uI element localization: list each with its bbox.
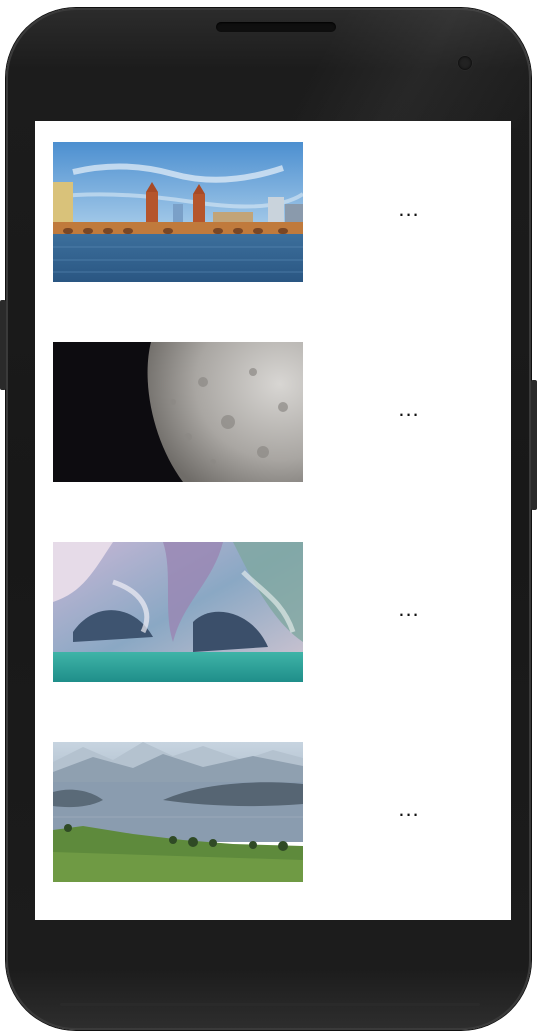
more-options-button[interactable]: ... (391, 794, 427, 824)
more-options-button[interactable]: ... (391, 394, 427, 424)
list-item[interactable]: ... (35, 542, 511, 682)
side-button (0, 300, 6, 390)
list-item[interactable]: ... (35, 342, 511, 482)
more-options-button[interactable]: ... (391, 594, 427, 624)
thumbnail-image-marble-caves[interactable] (53, 542, 303, 682)
list-item[interactable]: ... (35, 142, 511, 282)
earpiece-speaker (216, 22, 336, 32)
thumbnail-image-mountain-lake[interactable] (53, 742, 303, 882)
more-options-button[interactable]: ... (391, 194, 427, 224)
thumbnail-image-bridge[interactable] (53, 142, 303, 282)
side-button (531, 380, 537, 510)
front-camera (458, 56, 472, 70)
list-item[interactable]: ... (35, 742, 511, 882)
thumbnail-image-moon[interactable] (53, 342, 303, 482)
bottom-bezel-edge (60, 1003, 480, 1006)
screen: ... ... ... ... (35, 121, 511, 920)
